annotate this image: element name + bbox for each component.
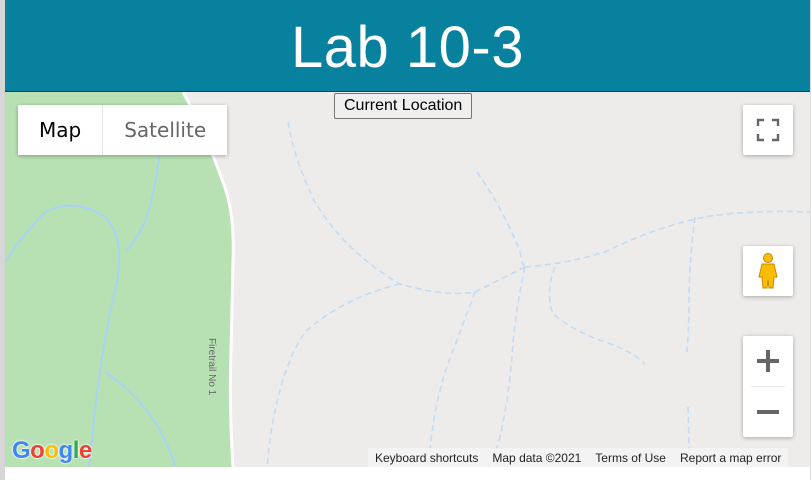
map-type-map-button[interactable]: Map xyxy=(18,105,104,155)
logo-letter: G xyxy=(12,437,31,464)
zoom-out-button[interactable] xyxy=(743,387,793,437)
map-type-satellite-button[interactable]: Satellite xyxy=(103,105,228,155)
terms-of-use-link[interactable]: Terms of Use xyxy=(588,451,673,465)
zoom-in-button[interactable] xyxy=(743,336,793,386)
minus-icon xyxy=(757,410,779,414)
plus-icon xyxy=(757,350,779,372)
current-location-button[interactable]: Current Location xyxy=(334,93,473,119)
page-bottom xyxy=(5,467,810,480)
page-title: Lab 10-3 xyxy=(291,15,524,80)
map-canvas[interactable]: Firetrail No 1 Map Satellite Google Keyb… xyxy=(5,92,810,467)
logo-letter: g xyxy=(58,437,74,464)
street-view-pegman-button[interactable] xyxy=(743,246,793,296)
logo-letter: o xyxy=(30,437,45,464)
fullscreen-icon xyxy=(756,118,780,142)
report-map-error-link[interactable]: Report a map error xyxy=(673,451,788,465)
map-data-text: Map data ©2021 xyxy=(492,450,582,465)
road-label: Firetrail No 1 xyxy=(206,338,217,396)
logo-letter: e xyxy=(78,437,92,464)
google-logo[interactable]: Google xyxy=(12,437,92,465)
page-header: Lab 10-3 xyxy=(5,0,810,92)
map-type-control: Map Satellite xyxy=(18,105,228,155)
map-attribution-bar: Keyboard shortcuts Map data ©2021 Terms … xyxy=(368,448,789,467)
keyboard-shortcuts-link[interactable]: Keyboard shortcuts xyxy=(368,451,485,465)
pegman-icon xyxy=(758,253,778,289)
logo-letter: o xyxy=(44,437,59,464)
fullscreen-button[interactable] xyxy=(743,105,793,155)
zoom-control xyxy=(743,336,793,437)
